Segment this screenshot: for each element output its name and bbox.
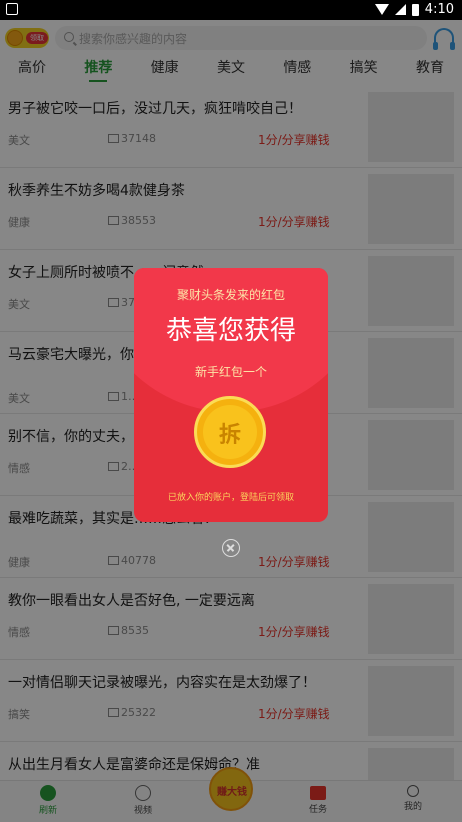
status-time: 4:10	[424, 2, 454, 17]
battery-icon	[411, 3, 419, 16]
packet-note: 已放入你的账户，登陆后可领取	[167, 493, 294, 503]
red-packet-modal: 聚财头条发来的红包 恭喜您获得 新手红包一个 拆 已放入你的账户，登陆后可领取	[134, 268, 328, 522]
open-packet-button[interactable]: 拆	[194, 396, 266, 468]
signal-icon	[394, 4, 406, 15]
open-label: 拆	[218, 423, 241, 448]
status-icons: 4:10	[374, 2, 454, 17]
notification-icon	[6, 3, 18, 15]
packet-subtitle: 新手红包一个	[194, 365, 267, 379]
status-bar: 4:10	[0, 0, 462, 20]
packet-headline: 恭喜您获得	[165, 316, 296, 346]
packet-source: 聚财头条发来的红包	[176, 288, 285, 302]
close-icon[interactable]	[222, 539, 240, 557]
wifi-icon	[374, 4, 389, 15]
